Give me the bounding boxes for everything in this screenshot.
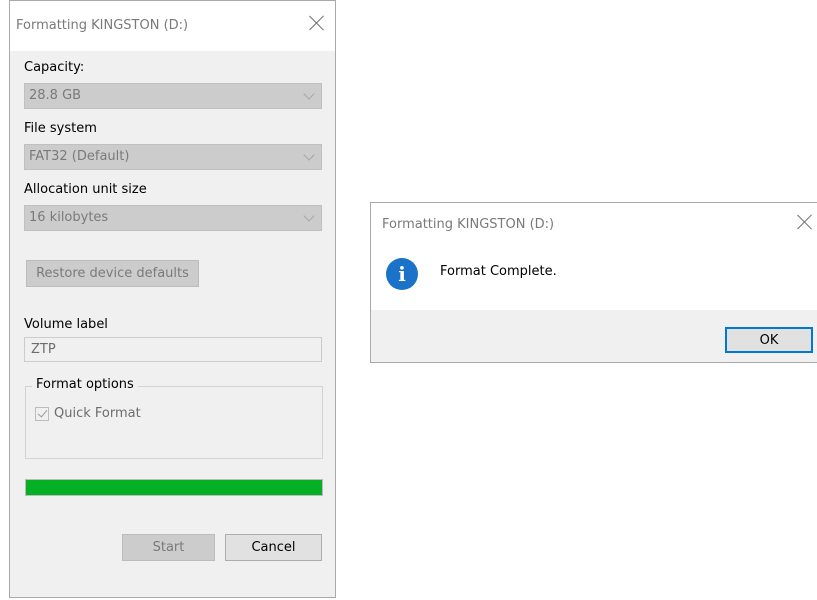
capacity-value: 28.8 GB (29, 88, 82, 103)
quick-format-label: Quick Format (54, 406, 141, 421)
close-icon[interactable] (309, 15, 325, 31)
file-system-value: FAT32 (Default) (29, 149, 130, 164)
format-dialog: Formatting KINGSTON (D:) Capacity: 28.8 … (9, 0, 336, 598)
close-icon[interactable] (797, 214, 813, 230)
restore-device-defaults-button[interactable]: Restore device defaults (26, 260, 199, 287)
capacity-select[interactable]: 28.8 GB (24, 83, 322, 109)
format-options-title: Format options (32, 377, 138, 392)
allocation-unit-size-value: 16 kilobytes (29, 210, 109, 225)
volume-label-label: Volume label (24, 317, 108, 332)
format-progress-fill (26, 480, 322, 495)
format-dialog-titlebar: Formatting KINGSTON (D:) (10, 1, 335, 51)
message-text: Format Complete. (440, 264, 557, 279)
desktop-canvas: Formatting KINGSTON (D:) Capacity: 28.8 … (0, 0, 817, 600)
file-system-label: File system (24, 121, 97, 136)
file-system-select[interactable]: FAT32 (Default) (24, 144, 322, 170)
quick-format-checkbox[interactable] (35, 407, 49, 421)
volume-label-input[interactable]: ZTP (24, 337, 322, 362)
format-dialog-title: Formatting KINGSTON (D:) (16, 18, 189, 33)
format-options-group (25, 386, 323, 459)
allocation-unit-size-select[interactable]: 16 kilobytes (24, 205, 322, 231)
chevron-down-icon (303, 150, 315, 162)
chevron-down-icon (303, 89, 315, 101)
ok-button[interactable]: OK (725, 327, 813, 353)
capacity-label: Capacity: (24, 60, 85, 75)
cancel-button[interactable]: Cancel (225, 534, 322, 561)
chevron-down-icon (303, 211, 315, 223)
message-box-title: Formatting KINGSTON (D:) (382, 217, 555, 232)
message-box-titlebar: Formatting KINGSTON (D:) (371, 203, 817, 247)
format-progress-bar (25, 479, 323, 496)
message-box-body: i Format Complete. (371, 247, 817, 310)
start-button[interactable]: Start (122, 534, 215, 561)
info-icon-glyph: i (398, 262, 406, 286)
allocation-unit-size-label: Allocation unit size (24, 182, 147, 197)
info-icon: i (386, 258, 418, 290)
format-complete-message-box: Formatting KINGSTON (D:) i Format Comple… (370, 202, 817, 363)
